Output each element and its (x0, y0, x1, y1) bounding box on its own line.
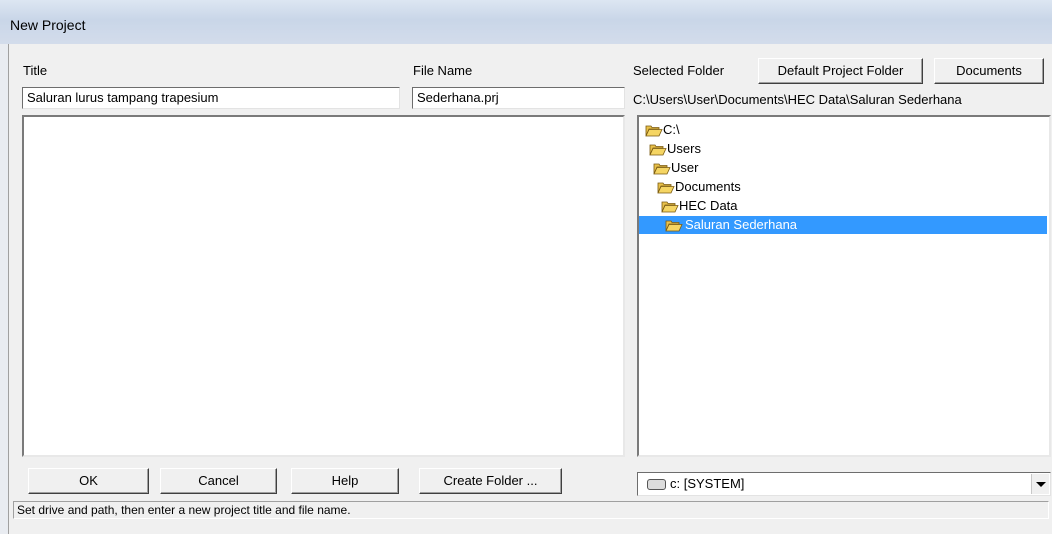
dropdown-button[interactable] (1031, 474, 1049, 494)
open-folder-icon (665, 219, 683, 232)
title-bar[interactable]: New Project (0, 0, 1052, 44)
help-button[interactable]: Help (291, 468, 399, 494)
description-textarea[interactable] (22, 115, 625, 457)
tree-item-label: Documents (675, 179, 741, 194)
tree-item[interactable]: Saluran Sederhana (639, 216, 1047, 234)
ok-button[interactable]: OK (28, 468, 149, 494)
tree-item-label: Saluran Sederhana (685, 217, 798, 232)
tree-item-label: Users (667, 141, 701, 156)
open-folder-icon (657, 181, 675, 194)
create-folder-button[interactable]: Create Folder ... (419, 468, 562, 494)
dialog-client-area: Title Saluran lurus tampang trapesium Fi… (8, 44, 1052, 534)
default-project-folder-button[interactable]: Default Project Folder (758, 58, 923, 84)
tree-item-label: HEC Data (679, 198, 738, 213)
chevron-down-icon (1036, 482, 1046, 487)
filename-label: File Name (413, 63, 473, 78)
open-folder-icon (645, 124, 663, 137)
selected-folder-path: C:\Users\User\Documents\HEC Data\Saluran… (633, 92, 962, 107)
status-text: Set drive and path, then enter a new pro… (17, 503, 351, 517)
open-folder-icon (649, 143, 667, 156)
selected-folder-label: Selected Folder (633, 63, 725, 78)
tree-item-label: C:\ (663, 122, 680, 137)
open-folder-icon (653, 162, 671, 175)
title-input[interactable]: Saluran lurus tampang trapesium (22, 87, 400, 109)
drive-icon (647, 479, 666, 490)
drive-select[interactable]: c: [SYSTEM] (637, 472, 1051, 496)
open-folder-icon (661, 200, 679, 213)
documents-button[interactable]: Documents (934, 58, 1044, 84)
folder-tree[interactable]: C:\ Users User Documents HEC Data Saluran Sed… (637, 115, 1051, 457)
title-label: Title (23, 63, 48, 78)
status-bar: Set drive and path, then enter a new pro… (13, 501, 1049, 519)
window-title: New Project (10, 17, 86, 33)
cancel-button[interactable]: Cancel (160, 468, 277, 494)
tree-item-label: User (671, 160, 699, 175)
drive-select-value: c: [SYSTEM] (670, 476, 745, 491)
filename-input[interactable]: Sederhana.prj (412, 87, 625, 109)
